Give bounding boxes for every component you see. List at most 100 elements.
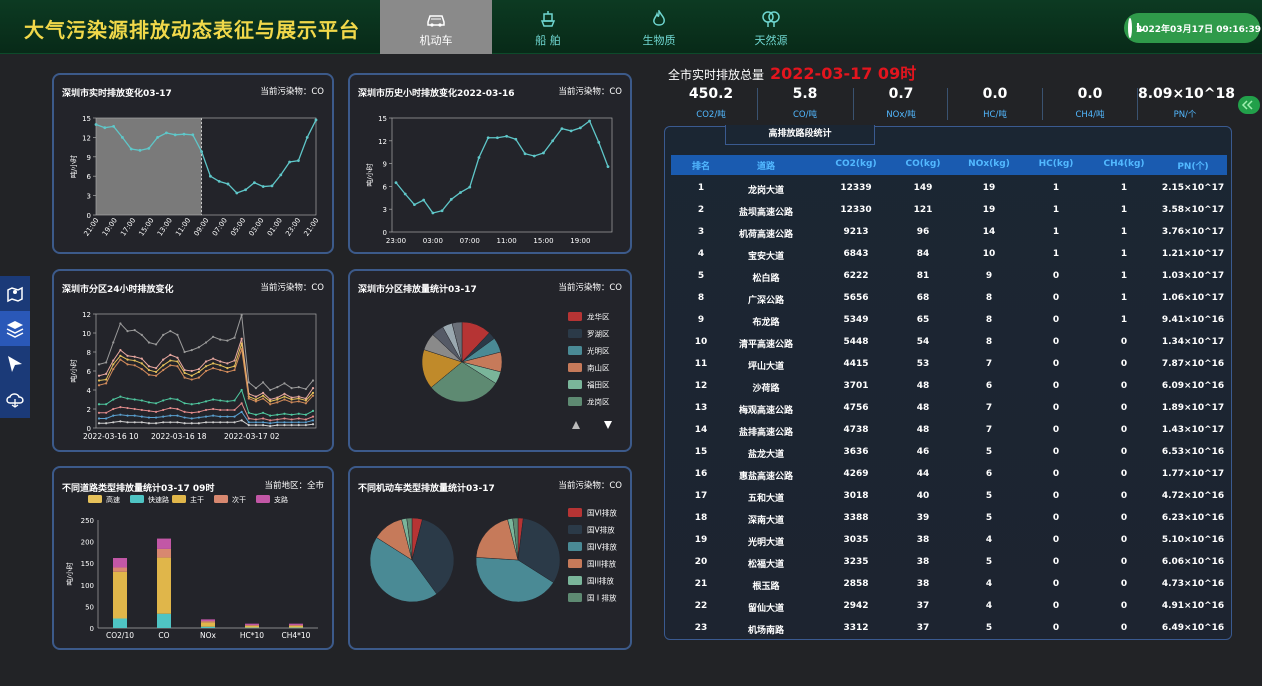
data-point: [162, 415, 165, 418]
map-pin-icon[interactable]: [0, 276, 30, 311]
data-point: [169, 364, 172, 367]
table-row[interactable]: 20 松福大道 3235 38 5 0 0 6.06×10^16: [671, 551, 1227, 573]
cloud-icon[interactable]: [0, 381, 30, 416]
y-tick-label: 3: [87, 193, 91, 201]
legend-swatch: [568, 329, 582, 338]
data-point: [197, 370, 200, 374]
table-row[interactable]: 2 盐坝高速公路 12330 121 19 1 1 3.58×10^17: [671, 199, 1227, 221]
bar-segment: [157, 548, 171, 558]
table-row[interactable]: 18 深南大道 3388 39 5 0 0 6.23×10^16: [671, 507, 1227, 529]
table-row[interactable]: 16 惠盐高速公路 4269 44 6 0 0 1.77×10^17: [671, 463, 1227, 485]
table-body[interactable]: 1 龙岗大道 12339 149 19 1 1 2.15×10^17 2 盐坝高速公路 12330 1…: [671, 177, 1227, 637]
data-point: [119, 349, 122, 352]
table-row[interactable]: 19 光明大道 3035 38 4 0 0 5.10×10^16: [671, 529, 1227, 551]
data-point: [304, 418, 307, 421]
column-header[interactable]: PN(个): [1158, 159, 1228, 172]
table-row[interactable]: 23 机场南路 3312 37 5 0 0 6.49×10^16: [671, 617, 1227, 637]
legend-label: 龙华区: [587, 312, 610, 322]
table-row[interactable]: 9 布龙路 5349 65 8 0 1 9.41×10^16: [671, 309, 1227, 331]
data-point: [105, 382, 108, 385]
legend-swatch: [172, 495, 186, 503]
data-point: [147, 146, 151, 150]
column-header[interactable]: CO2(kg): [826, 159, 886, 169]
table-cell: 0: [1052, 337, 1060, 347]
data-point: [162, 364, 165, 367]
road-type-bar-chart: 高速 快速路 主干 次干 支路 0 50 100 150 200 250 吨/小时 CO2/10 CO NO…: [65, 495, 318, 640]
table-cell: 0: [1052, 557, 1060, 567]
data-point: [304, 413, 307, 416]
table-cell: 23: [694, 623, 708, 633]
y-tick-label: 15: [378, 115, 387, 123]
table-row[interactable]: 22 留仙大道 2942 37 4 0 0 4.91×10^16: [671, 595, 1227, 617]
table-row[interactable]: 12 沙荷路 3701 48 6 0 0 6.09×10^16: [671, 375, 1227, 397]
data-point: [197, 376, 200, 379]
table-cell: 46: [916, 447, 930, 457]
table-cell: 1.21×10^17: [1161, 249, 1225, 259]
kpi-value: 0.7: [888, 86, 914, 102]
table-cell: 9.41×10^16: [1161, 315, 1225, 325]
table-cell: 6843: [843, 249, 869, 259]
data-point: [283, 421, 286, 424]
column-header[interactable]: 排名: [681, 159, 721, 172]
column-header[interactable]: CH4(kg): [1099, 159, 1149, 169]
data-point: [197, 402, 200, 405]
kpi-value: 0.0: [982, 86, 1008, 102]
data-point: [119, 406, 122, 409]
data-point: [176, 333, 179, 336]
column-header[interactable]: NOx(kg): [961, 159, 1017, 169]
table-cell: 7: [985, 403, 993, 413]
table-cell: 1.34×10^17: [1161, 337, 1225, 347]
tab-vehicle[interactable]: 机动车: [380, 0, 492, 54]
table-cell: 3388: [843, 513, 869, 523]
table-row[interactable]: 15 盐龙大道 3636 46 5 0 0 6.53×10^16: [671, 441, 1227, 463]
data-point: [219, 368, 222, 372]
table-row[interactable]: 13 梅观高速公路 4756 48 7 0 0 1.89×10^17: [671, 397, 1227, 419]
data-point: [226, 415, 229, 418]
y-tick-label: 10: [82, 330, 91, 338]
column-header[interactable]: CO(kg): [898, 159, 948, 169]
data-point: [126, 414, 129, 417]
table-cell: 6.49×10^16: [1161, 623, 1225, 633]
data-point: [140, 408, 143, 412]
y-tick-label: 15: [82, 115, 91, 123]
table-cell: 4.73×10^16: [1161, 579, 1225, 589]
x-tick-label: 2022-03-17 02: [224, 432, 280, 441]
data-point: [140, 333, 143, 336]
data-point: [112, 341, 115, 344]
table-row[interactable]: 1 龙岗大道 12339 149 19 1 1 2.15×10^17: [671, 177, 1227, 199]
column-header[interactable]: HC(kg): [1031, 159, 1081, 169]
data-point: [182, 132, 186, 136]
data-point: [254, 413, 258, 416]
table-row[interactable]: 5 松白路 6222 81 9 0 1 1.03×10^17: [671, 265, 1227, 287]
table-cell: 4: [697, 249, 705, 259]
arrow-cursor-icon[interactable]: [0, 346, 30, 381]
datetime-badge: 2022年03月17日 09:16:39: [1124, 13, 1261, 43]
layers-icon[interactable]: [0, 311, 30, 346]
y-tick-label: 12: [378, 138, 387, 146]
table-cell: 3701: [843, 381, 869, 391]
table-row[interactable]: 21 根玉路 2858 38 4 0 0 4.73×10^16: [671, 573, 1227, 595]
table-row[interactable]: 4 宝安大道 6843 84 10 1 1 1.21×10^17: [671, 243, 1227, 265]
table-row[interactable]: 3 机荷高速公路 9213 96 14 1 1 3.76×10^17: [671, 221, 1227, 243]
table-row[interactable]: 8 广深公路 5656 68 8 0 1 1.06×10^17: [671, 287, 1227, 309]
table-cell: 21: [694, 579, 708, 589]
summary-title: 全市实时排放总量 2022-03-17 09时: [668, 60, 916, 84]
data-point: [183, 371, 186, 374]
x-tick-label: 21:00: [83, 217, 101, 238]
tab-natural[interactable]: 天然源: [715, 0, 827, 54]
table-row[interactable]: 17 五和大道 3018 40 5 0 0 4.72×10^16: [671, 485, 1227, 507]
data-point: [169, 421, 172, 424]
tab-ship[interactable]: 船 舶: [492, 0, 604, 54]
table-row[interactable]: 11 坪山大道 4415 53 7 0 0 7.87×10^16: [671, 353, 1227, 375]
data-point: [169, 406, 172, 410]
data-point: [290, 398, 293, 401]
data-point: [162, 358, 165, 361]
table-row[interactable]: 10 清平高速公路 5448 54 8 0 0 1.34×10^17: [671, 331, 1227, 353]
tab-high-emission-roads[interactable]: 高排放路段统计: [725, 125, 875, 145]
column-header[interactable]: 道路: [716, 159, 816, 172]
tab-biomass[interactable]: 生物质: [603, 0, 715, 54]
expand-right-icon[interactable]: [1238, 96, 1260, 114]
table-row[interactable]: 14 盐排高速公路 4738 48 7 0 0 1.43×10^17: [671, 419, 1227, 441]
data-point: [233, 415, 236, 418]
table-cell: 光明大道: [747, 538, 784, 548]
